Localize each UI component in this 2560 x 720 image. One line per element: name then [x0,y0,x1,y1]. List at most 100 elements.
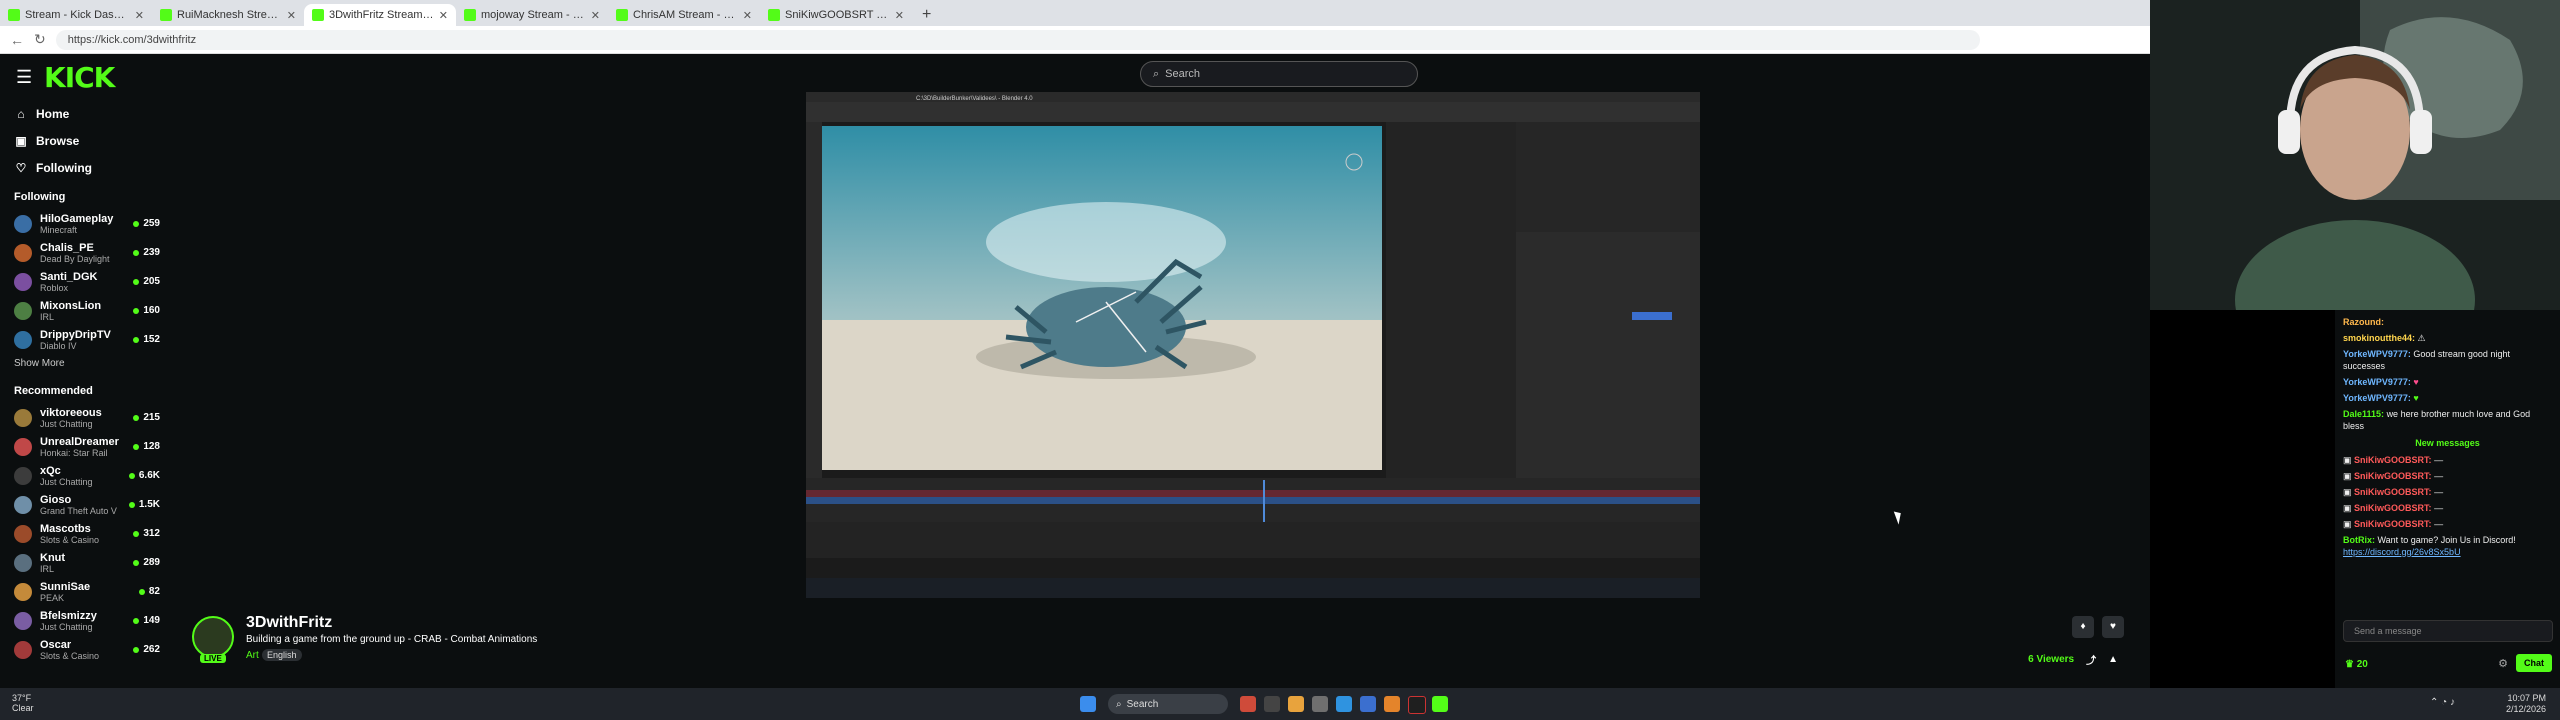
recommended-list: viktoreeous Just Chatting 215 UnrealDreame… [0,403,170,664]
live-dot-icon [133,530,140,537]
reload-icon[interactable]: ↻ [34,31,46,48]
kick-app-icon[interactable] [1432,696,1448,712]
chat-username[interactable]: smokinoutthe44: [2343,333,2415,343]
new-messages-divider[interactable]: New messages [2335,438,2560,448]
language-tag[interactable]: English [262,649,302,661]
channel-points[interactable]: ♛ 20 [2345,659,2368,670]
tray-icons[interactable]: ⌃ ◔ ♪ [2430,697,2455,708]
chat-username[interactable]: SniKiwGOOBSRT: [2354,455,2432,465]
tab-label: SniKiwGOOBSRT Stream - Watch Live [785,9,890,21]
share-icon[interactable]: ⤴ [2086,652,2096,667]
badge-icon: ▣ [2343,487,2352,497]
chat-send-button[interactable]: Chat [2516,654,2552,672]
viewer-count: 1.5K [128,499,160,510]
windows-start-icon[interactable] [1080,696,1096,712]
kick-logo[interactable]: KICK [44,61,115,94]
obs-icon[interactable] [1408,696,1426,714]
viewer-count-value: 160 [143,305,160,316]
chat-username[interactable]: YorkeWPV9777: [2343,349,2411,359]
chat-username[interactable]: SniKiwGOOBSRT: [2354,471,2432,481]
channel-name: Oscar [40,638,72,651]
weather-widget[interactable]: 37°F Clear [12,693,34,713]
file-explorer-icon[interactable] [1288,696,1304,712]
channel-item[interactable]: viktoreeous Just Chatting 215 [0,403,170,432]
nav-home[interactable]: ⌂ Home [0,100,170,127]
discord-link[interactable]: https://discord.gg/26v8Sx5bU [2343,547,2461,557]
new-tab-button[interactable]: + [912,4,941,26]
hamburger-menu-icon[interactable]: ☰ [16,67,32,88]
stream-category[interactable]: Art [246,650,259,661]
tab-snikiw[interactable]: SniKiwGOOBSRT Stream - Watch Live ✕ [760,4,912,26]
edge-browser-icon[interactable] [1336,696,1352,712]
chat-username[interactable]: Dale1115: [2343,409,2384,419]
app-icon[interactable] [1360,696,1376,712]
kick-favicon-icon [160,9,172,21]
channel-item[interactable]: HiloGameplay Minecraft 259 [0,209,170,238]
viewer-count: 152 [133,334,160,345]
blender-icon[interactable] [1384,696,1400,712]
viewer-count-value: 215 [143,412,160,423]
close-tab-icon[interactable]: ✕ [287,9,296,22]
channel-name: Chalis_PE [40,241,94,254]
outliner-panel [1516,122,1700,232]
tab-kick-dashboard[interactable]: Stream - Kick Dashboard ✕ [0,4,152,26]
tab-ruimacknesh[interactable]: RuiMacknesh Stream - Watch Live ✕ [152,4,304,26]
channel-item[interactable]: MixonsLion IRL 160 [0,296,170,325]
channel-category: PEAK [40,592,65,603]
channel-item[interactable]: Santi_DGK Roblox 205 [0,267,170,296]
channel-name: UnrealDreamer [40,435,119,448]
follow-heart-icon[interactable]: ♥ [2102,616,2124,638]
app-icon[interactable] [1240,696,1256,712]
close-tab-icon[interactable]: ✕ [895,9,904,22]
home-icon: ⌂ [17,106,25,121]
channel-item[interactable]: Bfelsmizzy Just Chatting 149 [0,606,170,635]
task-view-icon[interactable] [1264,696,1280,712]
channel-item[interactable]: UnrealDreamer Honkai: Star Rail 128 [0,432,170,461]
tab-chrisam[interactable]: ChrisAM Stream - Watch Live on Kick ✕ [608,4,760,26]
close-tab-icon[interactable]: ✕ [591,9,600,22]
channel-item[interactable]: Chalis_PE Dead By Daylight 239 [0,238,170,267]
channel-item[interactable]: Knut IRL 289 [0,548,170,577]
tab-mojoway[interactable]: mojoway Stream - Watch Live on Kick ✕ [456,4,608,26]
chat-username[interactable]: SniKiwGOOBSRT: [2354,487,2432,497]
close-tab-icon[interactable]: ✕ [743,9,752,22]
channel-item[interactable]: xQc Just Chatting 6.6K [0,461,170,490]
heart-emote-icon: ♥ [2413,377,2419,387]
channel-item[interactable]: SunniSae PEAK 82 [0,577,170,606]
chat-settings-icon[interactable]: ⚙ [2498,657,2508,670]
system-clock[interactable]: 10:07 PM 2/12/2026 [2506,693,2546,715]
chat-username[interactable]: YorkeWPV9777: [2343,377,2411,387]
close-tab-icon[interactable]: ✕ [439,9,448,22]
chat-username[interactable]: YorkeWPV9777: [2343,393,2411,403]
close-tab-icon[interactable]: ✕ [135,9,144,22]
url-field[interactable]: https://kick.com/3dwithfritz [55,29,1980,50]
chat-text: Want to game? Join Us in Discord! [2377,535,2516,545]
avatar [14,582,32,601]
tab-3dwithfritz[interactable]: 3DwithFritz Stream - Watch Live on Kick ✕ [304,4,456,26]
search-input[interactable]: ⌕ Search [1140,61,1418,87]
streamer-name[interactable]: 3DwithFritz [246,614,332,632]
taskbar-search[interactable]: ⌕ Search [1108,694,1228,714]
viewer-count-value: 289 [143,557,160,568]
channel-category: Just Chatting [40,476,93,487]
gift-icon[interactable]: ♦ [2072,616,2094,638]
viewer-count-value: 128 [143,441,160,452]
chat-username[interactable]: SniKiwGOOBSRT: [2354,519,2432,529]
channel-item[interactable]: Oscar Slots & Casino 262 [0,635,170,664]
chat-input[interactable]: Send a message [2343,620,2553,642]
chat-username[interactable]: Razound: [2343,317,2384,327]
app-icon[interactable] [1312,696,1328,712]
back-icon[interactable]: ← [10,32,24,48]
channel-item[interactable]: Mascotbs Slots & Casino 312 [0,519,170,548]
show-more-link[interactable]: Show More [0,354,170,375]
channel-item[interactable]: Gioso Grand Theft Auto V 1.5K [0,490,170,519]
nav-following[interactable]: ♡ Following [0,154,170,181]
nav-browse[interactable]: ▣ Browse [0,127,170,154]
channel-item[interactable]: DrippyDripTV Diablo IV 152 [0,325,170,354]
chat-username[interactable]: SniKiwGOOBSRT: [2354,503,2432,513]
video-player[interactable]: C:\3D\BuilderBunker\Validees\ - Blender … [806,92,1700,598]
more-options-icon[interactable]: ▲ [2108,654,2118,665]
chat-text: — [2434,487,2444,497]
streamer-avatar[interactable] [192,616,234,658]
chat-username[interactable]: BotRix: [2343,535,2375,545]
